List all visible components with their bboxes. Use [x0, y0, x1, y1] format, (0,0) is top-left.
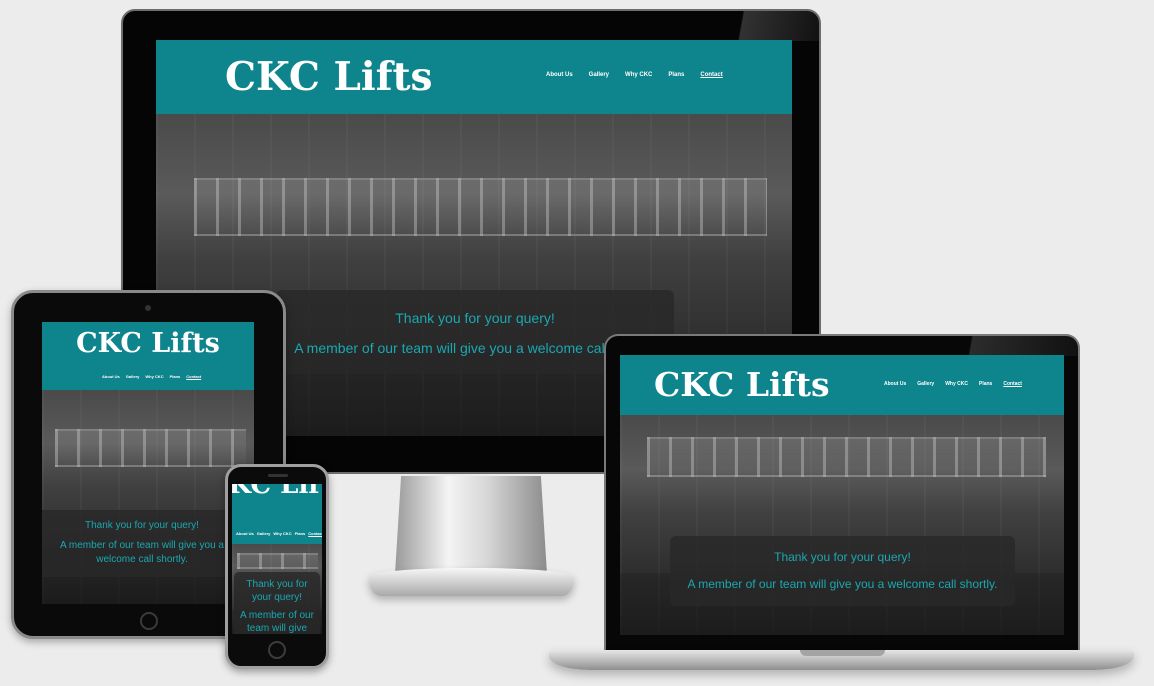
brand-logo[interactable]: CKC Lifts	[232, 484, 322, 500]
nav-why-ckc[interactable]: Why CKC	[145, 374, 163, 379]
tablet-camera	[145, 305, 151, 311]
message-heading: Thank you for your query!	[85, 520, 199, 531]
nav-plans[interactable]: Plans	[668, 72, 684, 78]
site-header: CKC Lifts About Us Gallery Why CKC Plans…	[42, 322, 254, 390]
nav-gallery[interactable]: Gallery	[589, 72, 609, 78]
phone-screen: CKC Lifts About Us Gallery Why CKC Plans…	[232, 484, 322, 634]
nav-about-us[interactable]: About Us	[102, 374, 120, 379]
confirmation-message: Thank you for your query! A member of ou…	[234, 572, 320, 634]
phone-home-button[interactable]	[268, 641, 286, 659]
main-nav: About Us Gallery Why CKC Plans Contact	[236, 531, 322, 536]
nav-contact[interactable]: Contact	[1003, 381, 1022, 387]
message-heading-line-1: Thank you for	[246, 579, 308, 590]
nav-about-us[interactable]: About Us	[546, 72, 573, 78]
nav-gallery[interactable]: Gallery	[917, 381, 934, 387]
message-body-line-1: A member of our	[240, 610, 314, 621]
message-heading: Thank you for your query!	[395, 310, 555, 326]
site-header: CKC Lifts About Us Gallery Why CKC Plans…	[620, 355, 1064, 415]
nav-why-ckc[interactable]: Why CKC	[945, 381, 968, 387]
message-body: A member of our team will give you a wel…	[687, 577, 998, 591]
message-heading-line-2: your query!	[251, 592, 303, 603]
brand-logo[interactable]: CKC Lifts	[654, 365, 830, 404]
message-body-line-1: A member of our team will give you a	[60, 540, 224, 551]
laptop-screen: CKC Lifts About Us Gallery Why CKC Plans…	[620, 355, 1064, 635]
brand-logo[interactable]: CKC Lifts	[225, 54, 433, 100]
nav-why-ckc[interactable]: Why CKC	[625, 72, 652, 78]
confirmation-message: Thank you for your query! A member of ou…	[42, 510, 242, 577]
site-header: CKC Lifts About Us Gallery Why CKC Plans…	[156, 40, 792, 114]
laptop-glare	[898, 336, 1078, 356]
message-body-line-2: team will give	[246, 623, 308, 634]
nav-plans[interactable]: Plans	[295, 531, 306, 536]
tablet-home-button[interactable]	[140, 612, 158, 630]
monitor-glare	[689, 11, 819, 41]
laptop-notch	[800, 650, 885, 656]
tablet-screen: CKC Lifts About Us Gallery Why CKC Plans…	[42, 322, 254, 604]
nav-contact[interactable]: Contact	[700, 72, 722, 78]
main-nav: About Us Gallery Why CKC Plans Contact	[884, 381, 1022, 387]
nav-plans[interactable]: Plans	[170, 374, 181, 379]
message-body-line-2: welcome call shortly.	[96, 554, 188, 565]
confirmation-message: Thank you for your query! A member of ou…	[670, 536, 1015, 606]
nav-about-us[interactable]: About Us	[236, 531, 254, 536]
brand-logo[interactable]: CKC Lifts	[42, 328, 254, 359]
nav-why-ckc[interactable]: Why CKC	[273, 531, 291, 536]
nav-gallery[interactable]: Gallery	[257, 531, 271, 536]
message-heading: Thank you for your query!	[774, 550, 911, 564]
nav-about-us[interactable]: About Us	[884, 381, 906, 387]
monitor-base	[369, 568, 574, 596]
main-nav: About Us Gallery Why CKC Plans Contact	[546, 72, 723, 78]
nav-contact[interactable]: Contact	[186, 374, 201, 379]
site-header: CKC Lifts About Us Gallery Why CKC Plans…	[232, 484, 322, 544]
main-nav: About Us Gallery Why CKC Plans Contact	[102, 374, 201, 379]
monitor-stand	[395, 476, 547, 574]
nav-gallery[interactable]: Gallery	[126, 374, 140, 379]
nav-contact[interactable]: Contact	[308, 531, 322, 536]
nav-plans[interactable]: Plans	[979, 381, 992, 387]
phone-speaker	[268, 474, 288, 477]
